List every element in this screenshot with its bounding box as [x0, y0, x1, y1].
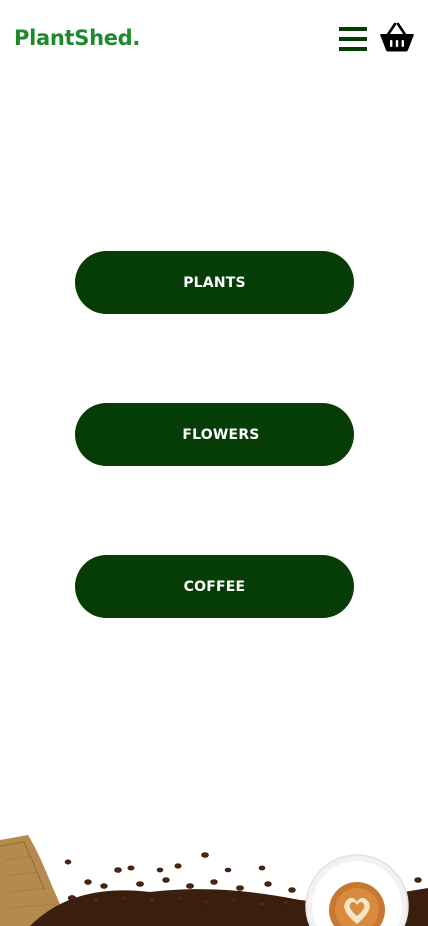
- flowers-button[interactable]: FLOWERS: [75, 403, 354, 466]
- site-header: PlantShed.: [0, 0, 428, 78]
- menu-button[interactable]: [339, 26, 368, 51]
- plants-button[interactable]: PLANTS: [75, 251, 354, 314]
- flowers-button-label: FLOWERS: [182, 426, 260, 443]
- coffee-beans-illustration: [0, 835, 428, 926]
- site-logo[interactable]: PlantShed.: [14, 24, 140, 52]
- shopping-basket-icon: [380, 22, 414, 52]
- basket-button[interactable]: [379, 21, 415, 53]
- plants-button-label: PLANTS: [183, 274, 246, 291]
- coffee-button[interactable]: COFFEE: [75, 555, 354, 618]
- coffee-button-label: COFFEE: [183, 578, 246, 595]
- page: PlantShed. PLANTS FLOWERS COFFEE: [0, 0, 428, 926]
